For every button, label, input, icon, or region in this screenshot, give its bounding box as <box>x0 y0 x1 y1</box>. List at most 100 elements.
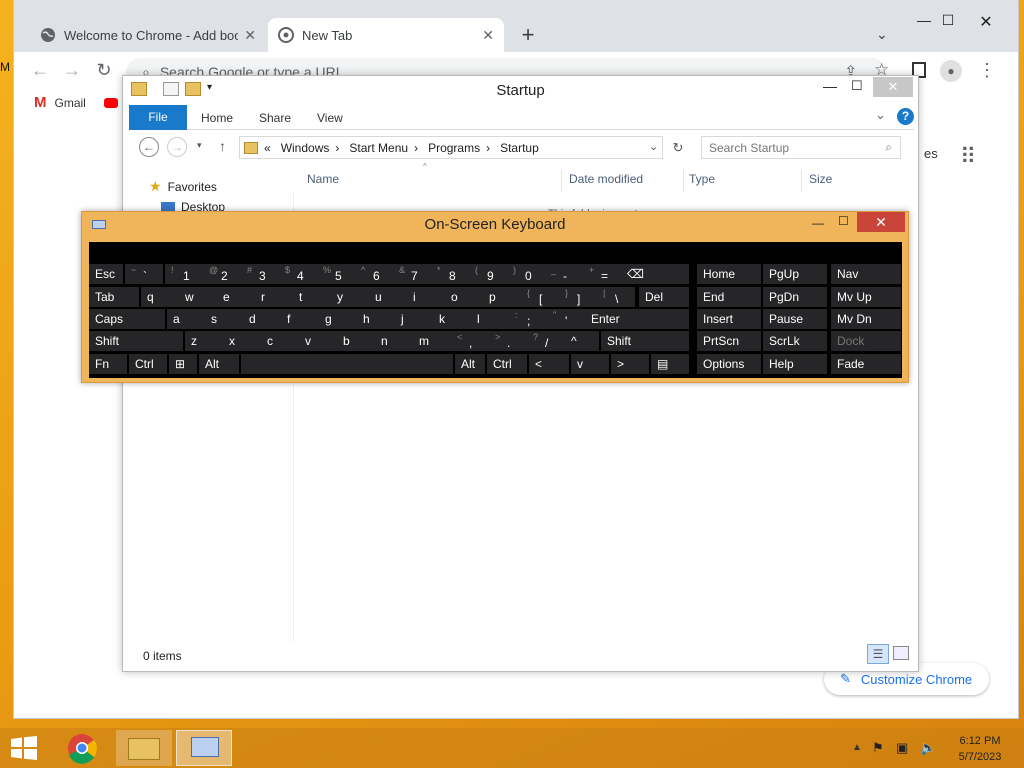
large-icons-view-icon[interactable] <box>893 646 909 660</box>
key-y[interactable]: y <box>331 287 369 307</box>
tab-search-chevron-icon[interactable]: ⌄ <box>876 26 888 43</box>
key-alt[interactable]: Alt <box>199 354 239 374</box>
key-pause[interactable]: Pause <box>763 309 827 329</box>
key-k[interactable]: k <box>433 309 471 329</box>
key-v[interactable]: v <box>571 354 609 374</box>
up-arrow-icon[interactable]: ↑ <box>219 138 226 154</box>
forward-arrow-icon[interactable]: → <box>167 137 187 157</box>
back-arrow-icon[interactable]: ← <box>28 60 52 81</box>
key-insert[interactable]: Insert <box>697 309 761 329</box>
tab-welcome[interactable]: Welcome to Chrome - Add book ✕ <box>30 18 266 52</box>
forward-arrow-icon[interactable]: → <box>60 60 84 81</box>
tab-close-icon[interactable]: ✕ <box>482 27 494 44</box>
key-symbol[interactable]: ⊞ <box>169 354 197 374</box>
explorer-maximize-button[interactable]: ☐ <box>851 78 863 94</box>
key-4[interactable]: $4 <box>279 264 317 284</box>
key-pgdn[interactable]: PgDn <box>763 287 827 307</box>
tab-close-icon[interactable]: ✕ <box>244 27 256 44</box>
key-p[interactable]: p <box>483 287 521 307</box>
key-q[interactable]: q <box>141 287 179 307</box>
bookmark-gmail[interactable]: M Gmail <box>34 94 118 111</box>
osk-close-button[interactable]: ✕ <box>857 212 905 232</box>
maximize-button[interactable]: ☐ <box>936 12 960 29</box>
key-h[interactable]: h <box>357 309 395 329</box>
key-e[interactable]: e <box>217 287 255 307</box>
key-shift[interactable]: Shift <box>89 331 183 351</box>
key-space[interactable] <box>241 354 453 374</box>
key-pgup[interactable]: PgUp <box>763 264 827 284</box>
profile-avatar[interactable]: ● <box>940 60 962 82</box>
key-prtscn[interactable]: PrtScn <box>697 331 761 351</box>
help-icon[interactable]: ? <box>897 108 914 125</box>
ribbon-tab-home[interactable]: Home <box>201 111 233 125</box>
key-symbol[interactable]: >. <box>489 331 527 351</box>
key-x[interactable]: x <box>223 331 261 351</box>
search-input[interactable]: Search Startup ⌕ <box>701 136 901 159</box>
key-g[interactable]: g <box>319 309 357 329</box>
key-caps[interactable]: Caps <box>89 309 165 329</box>
key-dock[interactable]: Dock <box>831 331 901 351</box>
key-f[interactable]: f <box>281 309 319 329</box>
column-date-modified[interactable]: Date modified <box>569 172 643 186</box>
key-nav[interactable]: Nav <box>831 264 901 284</box>
key-6[interactable]: ^ 6 <box>355 264 393 284</box>
menu-kebab-icon[interactable]: ⋮ <box>978 60 996 81</box>
breadcrumb-item[interactable]: Start Menu <box>349 141 408 155</box>
key-symbol[interactable]: > <box>611 354 649 374</box>
key-5[interactable]: % 5 <box>317 264 355 284</box>
clock[interactable]: 6:12 PM 5/7/2023 <box>940 733 1020 765</box>
key-1[interactable]: ! 1 <box>165 264 203 284</box>
key-ctrl[interactable]: Ctrl <box>129 354 167 374</box>
key-7[interactable]: & 7 <box>393 264 431 284</box>
key-shift[interactable]: Shift <box>601 331 689 351</box>
new-folder-icon[interactable] <box>185 82 201 96</box>
key-0[interactable]: ) 0 <box>507 264 545 284</box>
key-alt[interactable]: Alt <box>455 354 485 374</box>
key-z[interactable]: z <box>185 331 223 351</box>
key-symbol[interactable]: " ' <box>547 309 585 329</box>
ribbon-tab-view[interactable]: View <box>317 111 343 125</box>
key-scrlk[interactable]: ScrLk <box>763 331 827 351</box>
key-symbol[interactable]: ⌫ <box>621 264 689 284</box>
key-esc[interactable]: Esc <box>89 264 123 284</box>
key-i[interactable]: i <box>407 287 445 307</box>
osk-minimize-button[interactable]: — <box>812 216 824 230</box>
key-mv-dn[interactable]: Mv Dn <box>831 309 901 329</box>
key-symbol[interactable]: | \ <box>597 287 635 307</box>
minimize-button[interactable]: — <box>912 12 936 28</box>
taskbar-osk[interactable] <box>176 730 232 766</box>
close-button[interactable]: ✕ <box>974 12 998 32</box>
key-symbol[interactable]: {[ <box>521 287 559 307</box>
key-help[interactable]: Help <box>763 354 827 374</box>
key-symbol[interactable]: :; <box>509 309 547 329</box>
key-enter[interactable]: Enter <box>585 309 689 329</box>
key-symbol[interactable]: ^ <box>565 331 599 351</box>
key-fn[interactable]: Fn <box>89 354 127 374</box>
key-l[interactable]: l <box>471 309 509 329</box>
key-n[interactable]: n <box>375 331 413 351</box>
tab-new-tab[interactable]: New Tab ✕ <box>268 18 504 52</box>
tray-expand-icon[interactable]: ▲ <box>852 742 862 753</box>
key-del[interactable]: Del <box>639 287 689 307</box>
key-o[interactable]: o <box>445 287 483 307</box>
address-bar[interactable]: « Windows › Start Menu › Programs › Star… <box>239 136 663 159</box>
nav-favorites[interactable]: ★ Favorites <box>149 178 217 195</box>
column-size[interactable]: Size <box>809 172 832 186</box>
explorer-minimize-button[interactable]: — <box>823 78 837 94</box>
column-name[interactable]: Name <box>307 172 339 186</box>
key-b[interactable]: b <box>337 331 375 351</box>
breadcrumb-item[interactable]: Startup <box>500 141 539 155</box>
key-2[interactable]: @2 <box>203 264 241 284</box>
reload-icon[interactable]: ↻ <box>92 60 116 81</box>
key-t[interactable]: t <box>293 287 331 307</box>
details-view-icon[interactable]: ☰ <box>867 644 889 664</box>
youtube-icon[interactable] <box>103 97 118 108</box>
ribbon-tab-file[interactable]: File <box>129 105 187 130</box>
key-d[interactable]: d <box>243 309 281 329</box>
key-symbol[interactable]: }] <box>559 287 597 307</box>
key-j[interactable]: j <box>395 309 433 329</box>
back-arrow-icon[interactable]: ← <box>139 137 159 157</box>
desktop-icon-label[interactable]: M <box>0 60 14 74</box>
key-ctrl[interactable]: Ctrl <box>487 354 527 374</box>
key-end[interactable]: End <box>697 287 761 307</box>
